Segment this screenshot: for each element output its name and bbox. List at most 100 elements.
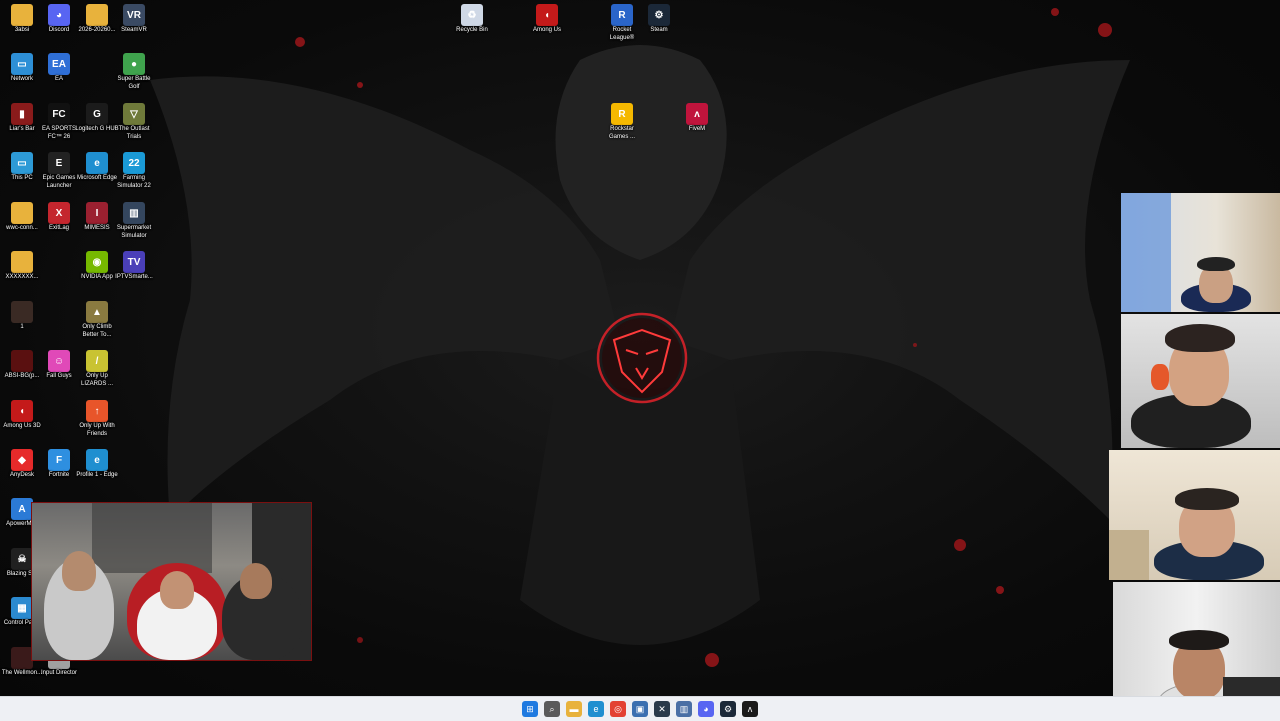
- 2026-20260-icon: [86, 4, 108, 26]
- desktop-icon-label: Rockstar Games ...: [608, 126, 635, 140]
- desktop-icon-label: Only Up With Friends: [79, 423, 115, 437]
- steam-icon: ⚙: [648, 4, 670, 26]
- exitlag-icon: X: [48, 202, 70, 224]
- microsoft-edge-icon: e: [86, 152, 108, 174]
- epic-games-launcher-icon: E: [48, 152, 70, 174]
- only-climb-better-to-icon: ▲: [86, 301, 108, 323]
- desktop-icon-steamvr[interactable]: VR SteamVR: [112, 0, 156, 35]
- desktop-icon-label: FiveM: [688, 126, 706, 132]
- desktop-icon-1[interactable]: 1: [0, 297, 44, 332]
- mimesis-icon: I: [86, 202, 108, 224]
- desktop-icon-only-climb-better-to[interactable]: ▲ Only Climb Better To...: [75, 297, 119, 339]
- anydesk-icon: ◆: [11, 449, 33, 471]
- logitech-g-hub-icon: G: [86, 103, 108, 125]
- ea-sports-fc-26-icon: FC: [48, 103, 70, 125]
- desktop-icon-label: Among Us 3D: [3, 423, 41, 429]
- blazing-s-icon: ☠: [11, 548, 33, 570]
- the-outlast-trials-icon: ▽: [123, 103, 145, 125]
- supermarket-simulator-icon: ▥: [123, 202, 145, 224]
- taskbar-file-explorer-icon[interactable]: ▬: [566, 701, 582, 717]
- taskbar-app-b-icon[interactable]: ✕: [654, 701, 670, 717]
- desktop-icon-label: SteamVR: [121, 27, 147, 33]
- profile-1-edge-icon: e: [86, 449, 108, 471]
- red-eagle-emblem: [596, 312, 688, 404]
- control-panel-icon: ▦: [11, 597, 33, 619]
- desktop-icon-among-us[interactable]: ◖ Among Us: [525, 0, 569, 35]
- taskbar-app-a-icon[interactable]: ▣: [632, 701, 648, 717]
- xxxxxxx-icon: [11, 251, 33, 273]
- taskbar-steam-icon[interactable]: ⚙: [720, 701, 736, 717]
- rockstar-games-icon: R: [611, 103, 633, 125]
- desktop-icon-label: Only Up LIZARDS ...: [80, 373, 113, 387]
- desktop-icon-among-us-3d[interactable]: ◖ Among Us 3D: [0, 396, 44, 431]
- desktop-icon-ea[interactable]: EA EA: [37, 49, 81, 84]
- 3absi-icon: [11, 4, 33, 26]
- desktop-icon-only-up-lizards[interactable]: / Only Up LIZARDS ...: [75, 346, 119, 388]
- wwc-conn-icon: [11, 202, 33, 224]
- among-us-3d-icon: ◖: [11, 400, 33, 422]
- desktop: 3absi ◕ Discord 2026-20260... VR SteamVR ▭ Netw…: [0, 0, 1280, 696]
- fall-guys-icon: ☺: [48, 350, 70, 372]
- among-us-icon: ◖: [536, 4, 558, 26]
- webcam-feed-3: [1109, 450, 1280, 580]
- desktop-icon-label: Profile 1 - Edge: [76, 472, 118, 478]
- webcam-feed-4: [1113, 582, 1280, 696]
- super-battle-golf-icon: ●: [123, 53, 145, 75]
- nvidia-app-icon: ◉: [86, 251, 108, 273]
- desktop-icon-label: Supermarket Simulator: [116, 225, 152, 239]
- iptvsmarte-icon: TV: [123, 251, 145, 273]
- ea-icon: EA: [48, 53, 70, 75]
- taskbar: ⊞ ⌕ ▬ e ◎ ▣ ✕ ▥ ◕ ⚙ ʌ: [0, 696, 1280, 721]
- desktop-icon-iptvsmarte[interactable]: TV IPTVSmarte...: [112, 247, 156, 282]
- discord-icon: ◕: [48, 4, 70, 26]
- recycle-bin-icon: ♻: [461, 4, 483, 26]
- taskbar-search-icon[interactable]: ⌕: [544, 701, 560, 717]
- desktop-icon-fivem[interactable]: ʌ FiveM: [675, 99, 719, 134]
- taskbar-app-c-icon[interactable]: ▥: [676, 701, 692, 717]
- desktop-icon-supermarket-simulator[interactable]: ▥ Supermarket Simulator: [112, 198, 156, 240]
- farming-simulator-22-icon: 22: [123, 152, 145, 174]
- desktop-icon-recycle-bin[interactable]: ♻ Recycle Bin: [450, 0, 494, 35]
- desktop-icon-label: IPTVSmarte...: [115, 274, 153, 280]
- desktop-icon-label: Farming Simulator 22: [117, 175, 151, 189]
- liar-s-bar-icon: ▮: [11, 103, 33, 125]
- this-pc-icon: ▭: [11, 152, 33, 174]
- desktop-icon-label: Steam: [650, 27, 668, 33]
- taskbar-edge-icon[interactable]: e: [588, 701, 604, 717]
- desktop-icon-label: The Outlast Trials: [118, 126, 150, 140]
- desktop-icon-label: Only Climb Better To...: [82, 324, 112, 338]
- rocket-league-icon: R: [611, 4, 633, 26]
- apowermi-icon: A: [11, 498, 33, 520]
- desktop-icon-only-up-with-friends[interactable]: ↑ Only Up With Friends: [75, 396, 119, 438]
- only-up-lizards-icon: /: [86, 350, 108, 372]
- desktop-icon-label: XXXXXXX...: [5, 274, 39, 280]
- webcam-feed-1: [1121, 193, 1280, 312]
- desktop-icon-xxxxxxx[interactable]: XXXXXXX...: [0, 247, 44, 282]
- webcam-group-feed: [31, 502, 312, 661]
- desktop-icon-super-battle-golf[interactable]: ● Super Battle Golf: [112, 49, 156, 91]
- absi-bg-p-icon: [11, 350, 33, 372]
- desktop-icon-label: Among Us: [532, 27, 561, 33]
- only-up-with-friends-icon: ↑: [86, 400, 108, 422]
- desktop-icon-the-outlast-trials[interactable]: ▽ The Outlast Trials: [112, 99, 156, 141]
- desktop-icon-rockstar-games[interactable]: R Rockstar Games ...: [600, 99, 644, 141]
- desktop-icon-label: Super Battle Golf: [117, 76, 151, 90]
- desktop-icon-label: Input Director: [40, 670, 77, 676]
- desktop-icon-farming-simulator-22[interactable]: 22 Farming Simulator 22: [112, 148, 156, 190]
- network-icon: ▭: [11, 53, 33, 75]
- taskbar-discord-icon[interactable]: ◕: [698, 701, 714, 717]
- desktop-icon-steam[interactable]: ⚙ Steam: [637, 0, 681, 35]
- 1-icon: [11, 301, 33, 323]
- steamvr-icon: VR: [123, 4, 145, 26]
- webcam-feed-2: [1121, 314, 1280, 448]
- desktop-icon-label: 1: [20, 324, 24, 330]
- taskbar-chrome-icon[interactable]: ◎: [610, 701, 626, 717]
- fortnite-icon: F: [48, 449, 70, 471]
- the-wellmon-icon: [11, 647, 33, 669]
- taskbar-start-icon[interactable]: ⊞: [522, 701, 538, 717]
- desktop-icon-label: Recycle Bin: [456, 27, 488, 33]
- fivem-icon: ʌ: [686, 103, 708, 125]
- taskbar-fivem-icon[interactable]: ʌ: [742, 701, 758, 717]
- desktop-icon-profile-1-edge[interactable]: e Profile 1 - Edge: [75, 445, 119, 480]
- desktop-icon-label: EA: [54, 76, 63, 82]
